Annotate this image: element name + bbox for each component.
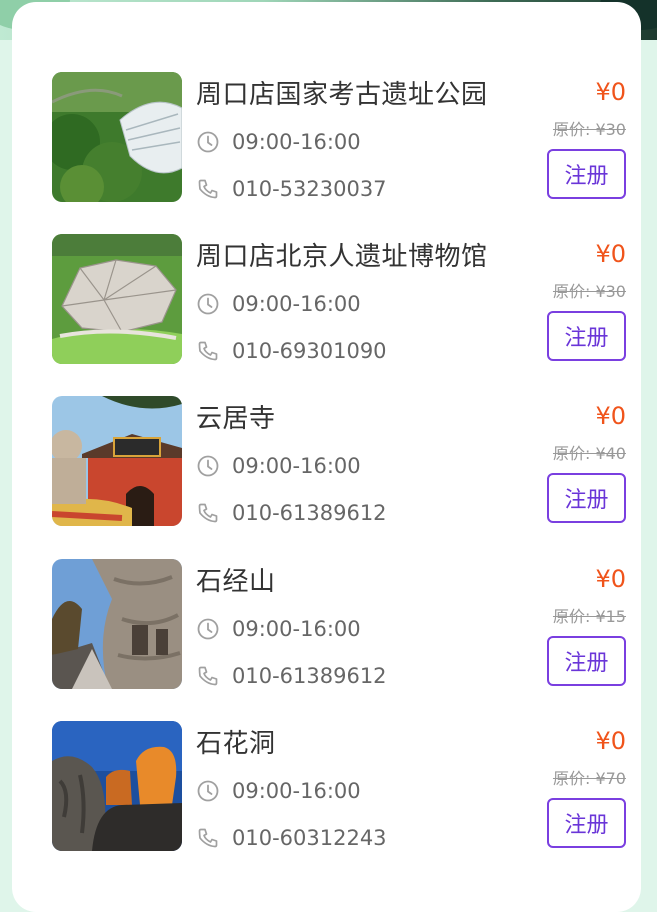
phone-text: 010-61389612 — [232, 664, 387, 688]
phone-icon — [196, 339, 220, 363]
price: ¥0 — [595, 240, 626, 268]
phone-text: 010-53230037 — [232, 177, 387, 201]
phone-icon — [196, 826, 220, 850]
register-button[interactable]: 注册 — [547, 149, 626, 199]
clock-icon — [196, 130, 220, 154]
phone-icon — [196, 664, 220, 688]
hours-row: 09:00-16:00 — [196, 777, 361, 805]
hours-row: 09:00-16:00 — [196, 615, 361, 643]
archaeological-park-photo[interactable] — [52, 72, 182, 202]
hours-text: 09:00-16:00 — [232, 617, 361, 641]
phone-row[interactable]: 010-61389612 — [196, 499, 387, 527]
price: ¥0 — [595, 402, 626, 430]
phone-text: 010-69301090 — [232, 339, 387, 363]
register-button[interactable]: 注册 — [547, 311, 626, 361]
original-price: 原价: ¥30 — [552, 120, 626, 139]
venue-name: 周口店国家考古遗址公园 — [196, 80, 488, 110]
clock-icon — [196, 454, 220, 478]
price: ¥0 — [595, 727, 626, 755]
price: ¥0 — [595, 565, 626, 593]
price: ¥0 — [595, 78, 626, 106]
original-price: 原价: ¥30 — [552, 282, 626, 301]
list-item[interactable]: 石经山 09:00-16:00 010-61389612 ¥0 原价: ¥15 … — [52, 559, 626, 689]
venue-name: 云居寺 — [196, 404, 276, 434]
phone-row[interactable]: 010-61389612 — [196, 662, 387, 690]
original-price: 原价: ¥15 — [552, 607, 626, 626]
phone-icon — [196, 501, 220, 525]
hours-text: 09:00-16:00 — [232, 779, 361, 803]
phone-text: 010-61389612 — [232, 501, 387, 525]
hours-row: 09:00-16:00 — [196, 452, 361, 480]
list-item[interactable]: 周口店国家考古遗址公园 09:00-16:00 010-53230037 ¥0 … — [52, 72, 626, 202]
museum-aerial-photo[interactable] — [52, 234, 182, 364]
venue-name: 石花洞 — [196, 729, 276, 759]
original-price: 原价: ¥70 — [552, 769, 626, 788]
register-button[interactable]: 注册 — [547, 473, 626, 523]
register-button[interactable]: 注册 — [547, 636, 626, 686]
cave-formation-photo[interactable] — [52, 721, 182, 851]
phone-row[interactable]: 010-69301090 — [196, 337, 387, 365]
register-button[interactable]: 注册 — [547, 798, 626, 848]
hours-row: 09:00-16:00 — [196, 128, 361, 156]
phone-text: 010-60312243 — [232, 826, 387, 850]
list-item[interactable]: 云居寺 09:00-16:00 010-61389612 ¥0 原价: ¥40 … — [52, 396, 626, 526]
clock-icon — [196, 617, 220, 641]
clock-icon — [196, 292, 220, 316]
hours-text: 09:00-16:00 — [232, 454, 361, 478]
phone-row[interactable]: 010-60312243 — [196, 824, 387, 852]
hours-text: 09:00-16:00 — [232, 130, 361, 154]
venue-list-card: 周口店国家考古遗址公园 09:00-16:00 010-53230037 ¥0 … — [12, 2, 641, 912]
list-item[interactable]: 周口店北京人遗址博物馆 09:00-16:00 010-69301090 ¥0 … — [52, 234, 626, 364]
list-item[interactable]: 石花洞 09:00-16:00 010-60312243 ¥0 原价: ¥70 … — [52, 721, 626, 851]
original-price: 原价: ¥40 — [552, 444, 626, 463]
venue-name: 石经山 — [196, 567, 276, 597]
clock-icon — [196, 779, 220, 803]
hours-row: 09:00-16:00 — [196, 290, 361, 318]
cliff-cave-photo[interactable] — [52, 559, 182, 689]
temple-gate-photo[interactable] — [52, 396, 182, 526]
venue-name: 周口店北京人遗址博物馆 — [196, 242, 488, 272]
phone-row[interactable]: 010-53230037 — [196, 175, 387, 203]
hours-text: 09:00-16:00 — [232, 292, 361, 316]
phone-icon — [196, 177, 220, 201]
